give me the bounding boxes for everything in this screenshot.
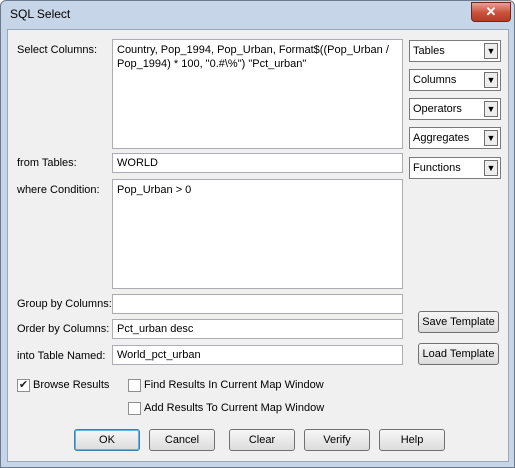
where-condition-label: where Condition: bbox=[17, 184, 100, 196]
find-results-checkbox[interactable] bbox=[128, 379, 141, 392]
into-table-input[interactable]: World_pct_urban bbox=[112, 345, 403, 365]
title-bar[interactable]: SQL Select ✕ bbox=[1, 1, 514, 29]
operators-dropdown-label: Operators bbox=[413, 103, 462, 115]
ok-button[interactable]: OK bbox=[74, 429, 140, 451]
columns-dropdown-label: Columns bbox=[413, 74, 457, 86]
verify-button[interactable]: Verify bbox=[304, 429, 370, 451]
chevron-down-icon[interactable]: ▼ bbox=[484, 160, 498, 176]
dialog-body: Select Columns: from Tables: where Condi… bbox=[7, 29, 509, 462]
from-tables-label: from Tables: bbox=[17, 157, 77, 169]
aggregates-dropdown[interactable]: Aggregates ▼ bbox=[409, 127, 501, 149]
find-results-label: Find Results In Current Map Window bbox=[144, 379, 324, 391]
load-template-button[interactable]: Load Template bbox=[418, 343, 499, 365]
into-table-label: into Table Named: bbox=[17, 350, 106, 362]
from-tables-input[interactable]: WORLD bbox=[112, 153, 403, 173]
operators-dropdown[interactable]: Operators ▼ bbox=[409, 98, 501, 120]
window-title: SQL Select bbox=[10, 7, 71, 21]
order-by-label: Order by Columns: bbox=[17, 323, 110, 335]
save-template-button[interactable]: Save Template bbox=[418, 311, 499, 333]
add-results-label: Add Results To Current Map Window bbox=[144, 402, 325, 414]
chevron-down-icon[interactable]: ▼ bbox=[484, 101, 498, 117]
order-by-input[interactable]: Pct_urban desc bbox=[112, 319, 403, 339]
close-icon: ✕ bbox=[485, 4, 497, 19]
cancel-button[interactable]: Cancel bbox=[149, 429, 215, 451]
close-button[interactable]: ✕ bbox=[471, 2, 511, 22]
where-condition-input[interactable]: Pop_Urban > 0 bbox=[112, 179, 403, 289]
tables-dropdown-label: Tables bbox=[413, 45, 445, 57]
chevron-down-icon[interactable]: ▼ bbox=[484, 72, 498, 88]
group-by-input[interactable] bbox=[112, 294, 403, 314]
select-columns-label: Select Columns: bbox=[17, 44, 98, 56]
help-button[interactable]: Help bbox=[379, 429, 445, 451]
tables-dropdown[interactable]: Tables ▼ bbox=[409, 40, 501, 62]
functions-dropdown[interactable]: Functions ▼ bbox=[409, 157, 501, 179]
browse-results-label: Browse Results bbox=[33, 379, 110, 391]
functions-dropdown-label: Functions bbox=[413, 162, 461, 174]
add-results-checkbox[interactable] bbox=[128, 402, 141, 415]
group-by-label: Group by Columns: bbox=[17, 298, 112, 310]
select-columns-input[interactable]: Country, Pop_1994, Pop_Urban, Format$((P… bbox=[112, 39, 403, 149]
columns-dropdown[interactable]: Columns ▼ bbox=[409, 69, 501, 91]
chevron-down-icon[interactable]: ▼ bbox=[484, 130, 498, 146]
chevron-down-icon[interactable]: ▼ bbox=[484, 43, 498, 59]
clear-button[interactable]: Clear bbox=[229, 429, 295, 451]
sql-select-dialog: SQL Select ✕ Select Columns: from Tables… bbox=[0, 0, 515, 468]
aggregates-dropdown-label: Aggregates bbox=[413, 132, 470, 144]
browse-results-checkbox[interactable]: ✔ bbox=[17, 379, 30, 392]
